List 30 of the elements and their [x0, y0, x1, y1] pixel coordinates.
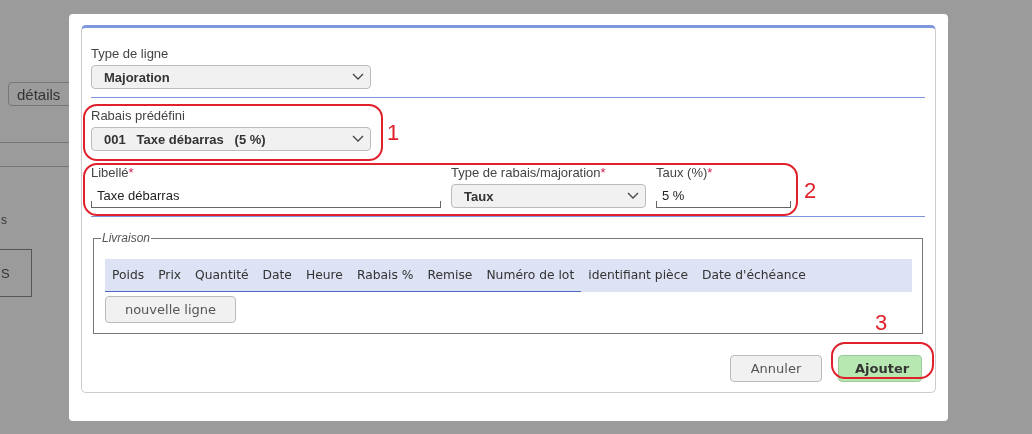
cancel-button[interactable]: Annuler — [730, 355, 822, 382]
select-field[interactable]: Taux — [451, 184, 646, 208]
column-header[interactable]: Prix — [151, 259, 189, 292]
column-header[interactable]: Poids — [105, 259, 152, 292]
line-type-select[interactable]: Majoration — [91, 65, 371, 89]
column-header[interactable]: Date d'échéance — [694, 259, 813, 292]
field-label: Libellé* — [91, 165, 135, 181]
chevron-down-icon — [352, 73, 364, 81]
chevron-down-icon — [352, 135, 364, 143]
column-header[interactable]: Rabais % — [349, 259, 421, 292]
text: s — [1, 213, 8, 227]
field-label: Type de rabais/majoration* — [451, 165, 607, 181]
column-header[interactable]: identifiant pièce — [581, 259, 695, 292]
add-button[interactable]: Ajouter — [838, 355, 922, 382]
column-header[interactable]: Quantité — [188, 259, 256, 292]
chevron-down-icon — [627, 192, 639, 200]
column-header[interactable]: Date — [255, 259, 299, 292]
annotation-number: 1 — [387, 122, 400, 144]
panel: S — [0, 249, 32, 297]
annotation-number: 3 — [875, 312, 888, 334]
field-label: Type de ligne — [91, 46, 170, 62]
column-header[interactable]: Heure — [298, 259, 350, 292]
column-header[interactable]: Remise — [420, 259, 480, 292]
group-legend: Livraison — [101, 231, 152, 245]
field-label: Taux (%)* — [656, 165, 714, 181]
annotation-number: 2 — [804, 180, 817, 202]
new-line-button[interactable]: nouvelle ligne — [105, 296, 236, 323]
field-label: Rabais prédéfini — [91, 108, 186, 124]
predefined-discount-select[interactable]: 001 Taxe débarras (5 %) — [91, 127, 371, 151]
column-header[interactable]: Numéro de lot — [479, 259, 582, 292]
